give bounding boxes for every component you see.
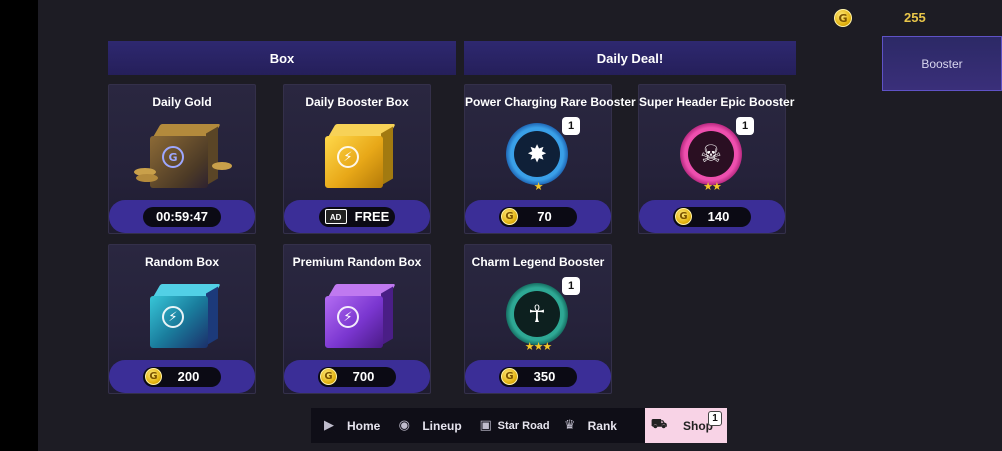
purple-booster-box-icon: ⚡ [321,282,396,348]
yellow-booster-box-icon: ⚡ [321,122,396,188]
lightning-icon: ⚡ [337,306,359,328]
side-tab-label: Booster [921,56,963,71]
section-header-daily-deal: Daily Deal! [464,41,796,75]
nav-item-shop[interactable]: ⛟ Shop 1 [645,408,727,443]
gold-coin-icon: G [145,368,162,385]
price-value: 700 [352,369,375,384]
nav-label: Home [347,418,381,433]
rarity-stars: ★ [533,180,544,193]
gold-coin-icon: G [501,208,518,225]
shop-card-charm-legend-booster[interactable]: Charm Legend Booster ☥ 1 ★★★ G 350 [464,244,612,394]
lineup-icon: ◉ [398,418,411,433]
nav-label: Lineup [422,418,462,433]
teal-booster-box-icon: ⚡ [146,282,221,348]
card-title: Super Header Epic Booster [639,95,795,109]
free-label: FREE [354,209,390,224]
shop-card-power-charging-rare-booster[interactable]: Power Charging Rare Booster ✸ 1 ★ G 70 [464,84,636,234]
nav-item-lineup[interactable]: ◉ Lineup [380,408,462,443]
bottom-nav: ▶ Home ◉ Lineup ▣ Star Road ♛ Rank ⛟ Sho… [311,408,727,443]
home-icon: ▶ [324,418,334,433]
cart-icon: ⛟ [650,417,668,432]
price-button[interactable]: G 200 [143,366,221,387]
gold-box-icon: G [134,122,232,188]
nav-label: Star Road [497,419,550,432]
gold-coin-icon: G [320,368,337,385]
timer-display: 00:59:47 [143,206,221,227]
ad-icon: AD [324,209,347,224]
price-button[interactable]: G 70 [499,206,577,227]
shop-card-premium-random-box[interactable]: Premium Random Box ⚡ G 700 [283,244,431,394]
card-title: Charm Legend Booster [471,255,605,269]
quantity-badge: 1 [562,277,580,295]
side-tab-booster[interactable]: Booster [882,36,1002,91]
shop-card-random-box[interactable]: Random Box ⚡ G 200 [108,244,256,394]
rarity-stars: ★★★ [524,340,553,353]
gold-amount: 255 [904,10,926,25]
rarity-stars: ★★ [703,180,722,193]
shop-card-daily-gold[interactable]: Daily Gold G 00:59:47 [108,84,256,234]
left-black-bar [0,0,38,451]
nav-item-home[interactable]: ▶ Home [311,408,380,443]
section-header-box: Box [108,41,456,75]
card-title: Random Box [144,255,219,269]
card-title: Daily Booster Box [305,95,409,109]
lightning-icon: ⚡ [162,306,184,328]
price-value: 350 [533,369,556,384]
gold-currency: G 255 [834,9,926,27]
card-title: Premium Random Box [292,255,422,269]
shop-card-daily-booster-box[interactable]: Daily Booster Box ⚡ AD FREE [283,84,431,234]
price-button[interactable]: G 140 [673,206,751,227]
section-title: Daily Deal! [596,50,664,66]
super-header-icon: ☠ 1 ★★ [680,117,754,193]
card-title: Daily Gold [152,95,212,109]
lightning-icon: ⚡ [337,146,359,168]
star-road-icon: ▣ [479,418,492,433]
power-charging-icon: ✸ 1 ★ [506,117,580,193]
section-title: Box [269,50,295,66]
nav-item-rank[interactable]: ♛ Rank [550,408,617,443]
price-value: 140 [707,209,730,224]
price-value: 70 [537,209,552,224]
price-button[interactable]: G 350 [499,366,577,387]
notification-badge: 1 [708,411,722,426]
gold-coin-icon: G [834,9,852,27]
price-button[interactable]: G 700 [318,366,396,387]
quantity-badge: 1 [736,117,754,135]
gold-coin-icon: G [675,208,692,225]
nav-item-star-road[interactable]: ▣ Star Road [462,408,550,443]
price-value: 200 [177,369,200,384]
charm-legend-icon: ☥ 1 ★★★ [506,277,580,353]
nav-label: Rank [587,418,617,433]
watch-ad-button[interactable]: AD FREE [319,206,395,227]
shop-card-super-header-epic-booster[interactable]: Super Header Epic Booster ☠ 1 ★★ G 140 [638,84,795,234]
quantity-badge: 1 [562,117,580,135]
trophy-icon: ♛ [563,418,576,433]
card-title: Power Charging Rare Booster [465,95,636,109]
gold-coin-icon: G [501,368,518,385]
